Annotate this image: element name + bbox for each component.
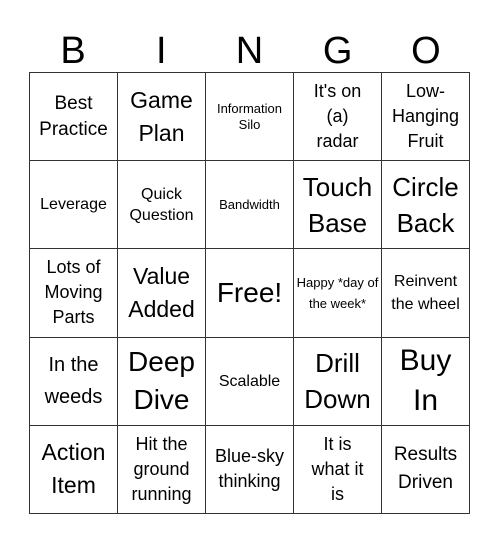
bingo-cell[interactable]: Results Driven bbox=[382, 425, 470, 514]
bingo-cell[interactable]: Information Silo bbox=[206, 73, 294, 162]
bingo-cell[interactable]: Scalable bbox=[206, 337, 294, 426]
cell-text: Quick Question bbox=[129, 185, 194, 224]
cell-text: Value Added bbox=[128, 262, 195, 322]
bingo-cell[interactable]: Bandwidth bbox=[206, 161, 294, 250]
cell-text: It's on (a) radar bbox=[313, 81, 362, 152]
cell-text: Scalable bbox=[218, 372, 281, 390]
cell-text: Leverage bbox=[40, 196, 107, 214]
header-letter-i: I bbox=[156, 30, 167, 72]
cell-text: Deep Dive bbox=[128, 346, 195, 416]
bingo-cell[interactable]: Happy *day of the week* bbox=[294, 249, 382, 338]
bingo-cell[interactable]: Lots of Moving Parts bbox=[30, 249, 118, 338]
bingo-cell[interactable]: Action Item bbox=[30, 425, 118, 514]
bingo-cell[interactable]: Touch Base bbox=[294, 161, 382, 250]
free-space-cell[interactable]: Free! bbox=[206, 249, 294, 338]
bingo-cell[interactable]: It is what it is bbox=[294, 425, 382, 514]
bingo-grid: Best Practice Game Plan Information Silo… bbox=[29, 72, 470, 514]
cell-text: Low-Hanging Fruit bbox=[391, 81, 460, 152]
cell-text: Blue-sky thinking bbox=[214, 446, 285, 492]
cell-text: Hit the ground running bbox=[131, 433, 192, 504]
bingo-cell[interactable]: Low-Hanging Fruit bbox=[382, 73, 470, 162]
bingo-header: B I N G O bbox=[29, 30, 470, 72]
cell-text: Happy *day of the week* bbox=[296, 274, 379, 311]
cell-text: Best Practice bbox=[39, 92, 108, 140]
cell-text: Information Silo bbox=[216, 100, 283, 132]
bingo-cell[interactable]: It's on (a) radar bbox=[294, 73, 382, 162]
bingo-cell[interactable]: Reinvent the wheel bbox=[382, 249, 470, 338]
cell-text: Reinvent the wheel bbox=[391, 272, 460, 313]
bingo-cell[interactable]: In the weeds bbox=[30, 337, 118, 426]
cell-text: Touch Base bbox=[302, 171, 373, 238]
bingo-cell[interactable]: Deep Dive bbox=[118, 337, 206, 426]
cell-text: Results Driven bbox=[393, 444, 458, 494]
bingo-cell[interactable]: Game Plan bbox=[118, 73, 206, 162]
cell-text: In the weeds bbox=[44, 354, 103, 409]
bingo-cell[interactable]: Blue-sky thinking bbox=[206, 425, 294, 514]
bingo-cell[interactable]: Leverage bbox=[30, 161, 118, 250]
bingo-cell[interactable]: Best Practice bbox=[30, 73, 118, 162]
cell-text: Drill Down bbox=[304, 348, 371, 415]
bingo-cell[interactable]: Hit the ground running bbox=[118, 425, 206, 514]
bingo-cell[interactable]: Buy In bbox=[382, 337, 470, 426]
cell-text: Buy In bbox=[399, 344, 452, 418]
bingo-cell[interactable]: Circle Back bbox=[382, 161, 470, 250]
bingo-cell[interactable]: Drill Down bbox=[294, 337, 382, 426]
cell-text: Bandwidth bbox=[219, 196, 280, 212]
bingo-cell[interactable]: Quick Question bbox=[118, 161, 206, 250]
cell-text: Circle Back bbox=[392, 171, 459, 238]
cell-text: Action Item bbox=[41, 439, 106, 499]
header-letter-g: G bbox=[322, 30, 353, 72]
cell-text: Game Plan bbox=[130, 86, 193, 146]
cell-text: Lots of Moving Parts bbox=[44, 257, 103, 328]
bingo-cell[interactable]: Value Added bbox=[118, 249, 206, 338]
header-letter-n: N bbox=[235, 30, 264, 72]
cell-text: It is what it is bbox=[311, 433, 364, 504]
header-letter-b: B bbox=[60, 30, 86, 72]
header-letter-o: O bbox=[411, 30, 441, 72]
cell-text: Free! bbox=[216, 276, 283, 308]
